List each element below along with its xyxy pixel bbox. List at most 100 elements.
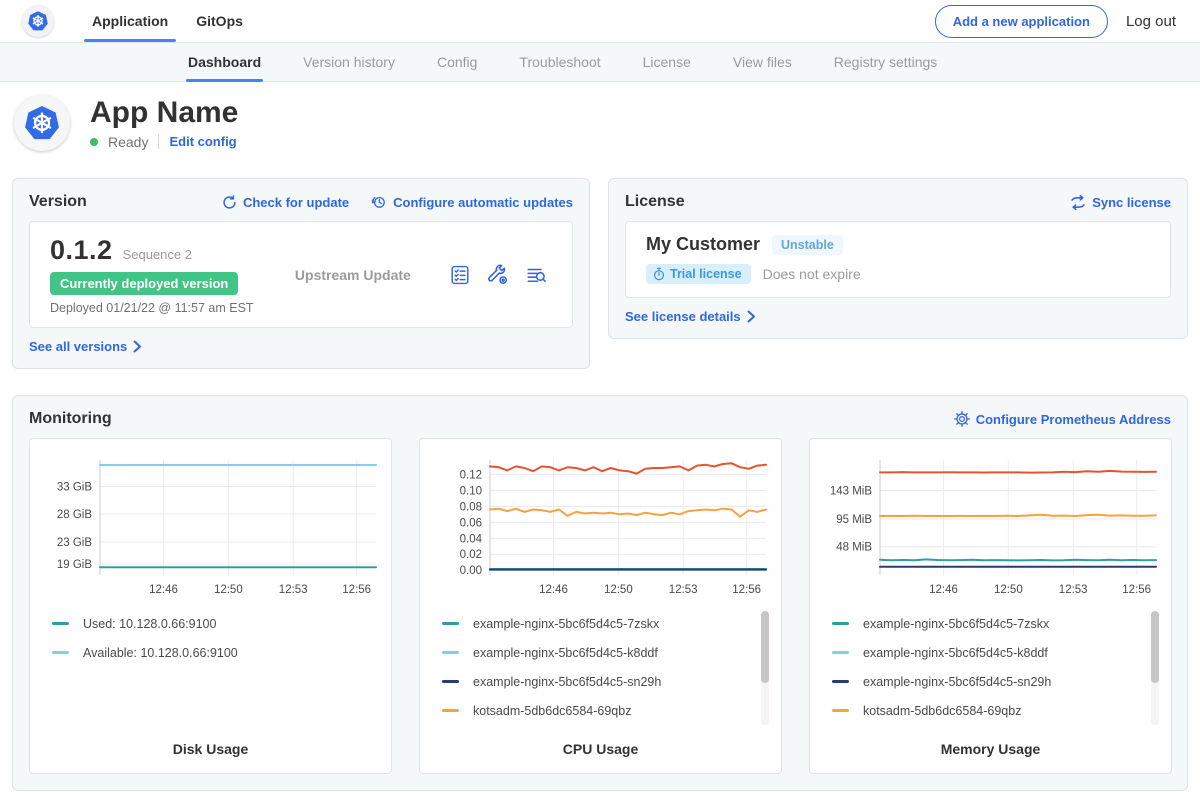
legend-item: Used: 10.128.0.66:9100 xyxy=(52,609,379,638)
svg-text:33 GiB: 33 GiB xyxy=(57,482,92,494)
disk-usage-chart-card: 33 GiB28 GiB23 GiB19 GiB12:4612:5012:531… xyxy=(29,438,392,774)
svg-text:12:53: 12:53 xyxy=(1059,584,1088,596)
tab-version-history[interactable]: Version history xyxy=(291,43,407,81)
chevron-right-icon xyxy=(747,310,756,323)
svg-text:12:46: 12:46 xyxy=(929,584,958,596)
svg-text:12:50: 12:50 xyxy=(994,584,1023,596)
tab-registry-settings[interactable]: Registry settings xyxy=(822,43,949,81)
chart-title: Memory Usage xyxy=(822,735,1159,761)
legend-item: example-nginx-5bc6f5d4c5-7zskx xyxy=(442,609,769,638)
logout-button[interactable]: Log out xyxy=(1126,13,1176,30)
svg-text:0.02: 0.02 xyxy=(460,549,482,561)
svg-text:0.12: 0.12 xyxy=(460,469,482,481)
version-card: Version Check for update xyxy=(12,178,590,369)
legend-item: example-nginx-5bc6f5d4c5-7zskx xyxy=(832,609,1159,638)
status-text: Ready xyxy=(108,134,148,150)
cpu-usage-legend: example-nginx-5bc6f5d4c5-7zskx example-ng… xyxy=(432,609,769,735)
legend-label: example-nginx-5bc6f5d4c5-k8ddf xyxy=(863,646,1048,660)
chart-title: CPU Usage xyxy=(432,735,769,761)
legend-label: Available: 10.128.0.66:9100 xyxy=(83,646,238,660)
add-application-button[interactable]: Add a new application xyxy=(935,5,1108,38)
version-card-title: Version xyxy=(29,193,87,211)
legend-label: example-nginx-5bc6f5d4c5-7zskx xyxy=(863,617,1049,631)
legend-swatch xyxy=(832,651,849,654)
chevron-right-icon xyxy=(133,340,142,353)
svg-text:12:56: 12:56 xyxy=(342,584,371,596)
legend-item: example-nginx-5bc6f5d4c5-k8ddf xyxy=(442,638,769,667)
current-version-box: 0.1.2 Sequence 2 Currently deployed vers… xyxy=(29,221,573,328)
monitoring-title: Monitoring xyxy=(29,410,112,428)
legend-scrollbar-thumb[interactable] xyxy=(761,611,769,683)
sequence-label: Sequence 2 xyxy=(123,247,192,262)
gear-icon xyxy=(954,411,970,427)
legend-scrollbar[interactable] xyxy=(1151,611,1159,725)
svg-text:23 GiB: 23 GiB xyxy=(57,537,92,549)
app-avatar-kubernetes-icon xyxy=(14,95,70,151)
preflight-checks-icon[interactable] xyxy=(449,264,471,286)
license-card: License Sync license My Customer Unstabl… xyxy=(608,178,1188,339)
svg-text:19 GiB: 19 GiB xyxy=(57,559,92,571)
legend-swatch xyxy=(52,651,69,654)
nav-tab-gitops[interactable]: GitOps xyxy=(182,0,257,42)
legend-swatch xyxy=(442,622,459,625)
view-logs-icon[interactable] xyxy=(525,264,548,286)
see-all-versions-link[interactable]: See all versions xyxy=(29,339,142,354)
legend-item: kotsadm-5db6dc6584-69qbz xyxy=(832,696,1159,725)
svg-text:48 MiB: 48 MiB xyxy=(836,542,872,554)
customer-name: My Customer xyxy=(646,234,760,255)
svg-text:0.04: 0.04 xyxy=(460,533,483,545)
config-wrench-icon[interactable] xyxy=(487,264,509,286)
configure-automatic-updates-link[interactable]: Configure automatic updates xyxy=(371,194,573,210)
status-dot xyxy=(90,138,98,146)
nav-tab-application[interactable]: Application xyxy=(78,0,182,42)
license-card-title: License xyxy=(625,193,685,211)
tab-dashboard[interactable]: Dashboard xyxy=(176,43,273,81)
legend-swatch xyxy=(442,709,459,712)
monitoring-section: Monitoring Configure Prometheus Address … xyxy=(12,395,1188,791)
page-title: App Name xyxy=(90,96,238,129)
memory-usage-chart: 143 MiB95 MiB48 MiB12:4612:5012:5312:56 xyxy=(822,451,1161,603)
legend-item: example-nginx-5bc6f5d4c5-sn29h xyxy=(832,667,1159,696)
check-for-update-link[interactable]: Check for update xyxy=(222,195,349,210)
channel-badge: Unstable xyxy=(772,235,843,255)
disk-usage-legend: Used: 10.128.0.66:9100 Available: 10.128.… xyxy=(42,609,379,735)
svg-text:12:46: 12:46 xyxy=(149,584,178,596)
svg-text:28 GiB: 28 GiB xyxy=(57,509,92,521)
tab-view-files[interactable]: View files xyxy=(721,43,804,81)
svg-text:12:50: 12:50 xyxy=(604,584,633,596)
legend-label: kotsadm-5db6dc6584-69qbz xyxy=(863,704,1021,718)
legend-item: example-nginx-5bc6f5d4c5-k8ddf xyxy=(832,638,1159,667)
legend-scrollbar-thumb[interactable] xyxy=(1151,611,1159,683)
tab-license[interactable]: License xyxy=(631,43,703,81)
legend-swatch xyxy=(832,709,849,712)
sync-icon xyxy=(1070,195,1086,210)
legend-scrollbar[interactable] xyxy=(761,611,769,725)
legend-item: example-nginx-5bc6f5d4c5-sn29h xyxy=(442,667,769,696)
deployed-timestamp: Deployed 01/21/22 @ 11:57 am EST xyxy=(50,301,281,315)
legend-label: example-nginx-5bc6f5d4c5-sn29h xyxy=(863,675,1051,689)
app-subnav: Dashboard Version history Config Trouble… xyxy=(0,42,1200,82)
legend-label: Used: 10.128.0.66:9100 xyxy=(83,617,216,631)
svg-text:12:56: 12:56 xyxy=(732,584,761,596)
memory-usage-legend: example-nginx-5bc6f5d4c5-7zskx example-ng… xyxy=(822,609,1159,735)
svg-text:0.08: 0.08 xyxy=(460,501,482,513)
legend-item: kotsadm-5db6dc6584-69qbz xyxy=(442,696,769,725)
legend-swatch xyxy=(442,651,459,654)
svg-text:0.06: 0.06 xyxy=(460,517,482,529)
edit-config-link[interactable]: Edit config xyxy=(169,134,236,149)
legend-item: Available: 10.128.0.66:9100 xyxy=(52,638,379,667)
svg-text:0.10: 0.10 xyxy=(460,485,482,497)
divider xyxy=(158,134,159,149)
tab-troubleshoot[interactable]: Troubleshoot xyxy=(507,43,612,81)
license-box: My Customer Unstable Trial license Does … xyxy=(625,221,1171,298)
svg-text:143 MiB: 143 MiB xyxy=(830,486,873,498)
tab-config[interactable]: Config xyxy=(425,43,489,81)
legend-label: example-nginx-5bc6f5d4c5-k8ddf xyxy=(473,646,658,660)
kubernetes-logo-icon xyxy=(22,5,54,37)
legend-swatch xyxy=(52,622,69,625)
see-license-details-link[interactable]: See license details xyxy=(625,309,756,324)
configure-prometheus-link[interactable]: Configure Prometheus Address xyxy=(954,411,1171,427)
upstream-update-label: Upstream Update xyxy=(281,267,449,283)
sync-license-link[interactable]: Sync license xyxy=(1070,195,1171,210)
svg-text:12:53: 12:53 xyxy=(669,584,698,596)
